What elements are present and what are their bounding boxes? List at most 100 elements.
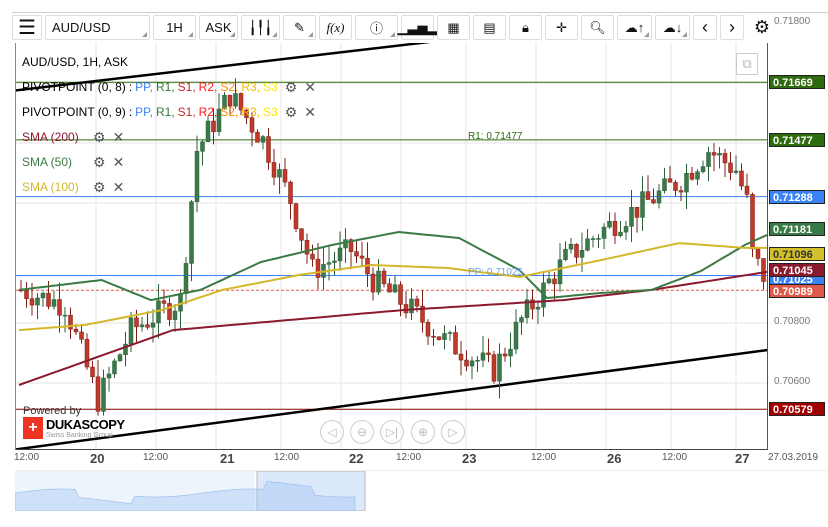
gear-icon[interactable]: ⚙ [93, 150, 106, 175]
chevron-right-icon: › [729, 17, 735, 37]
time-tick: 12:00 [143, 452, 169, 463]
candle-body [79, 331, 84, 340]
triangle-right-icon: ▷ [448, 425, 458, 439]
powered-by-text: Powered by [23, 405, 82, 417]
price-axis[interactable]: 0.718000.716000.714000.712000.708000.706… [767, 16, 828, 450]
chart-legend: AUD/USD, 1H, ASK PIVOTPOINT (0, 8) : PP, R… [22, 50, 316, 200]
brand-name: DUKASCOPY [46, 417, 125, 432]
swiss-cross-icon: + [23, 417, 43, 439]
download-button[interactable]: ☁↓ [655, 15, 690, 40]
indicator-legend-row[interactable]: SMA (100) ⚙ ✕ [22, 175, 316, 200]
scroll-left-button[interactable]: ‹ [693, 15, 717, 40]
candle-body [51, 299, 57, 307]
magnifier-icon: 🔍︎ [589, 19, 606, 35]
pivot-legend-label: PIVOTPOINT (0, 9) [22, 105, 126, 119]
gear-icon[interactable]: ⚙ [93, 175, 106, 200]
candle-body [519, 317, 524, 323]
close-icon[interactable]: ✕ [304, 75, 316, 100]
close-icon[interactable]: ✕ [113, 125, 125, 150]
instrument-label: AUD/USD [52, 20, 111, 35]
zoom-out-icon: ⊖ [356, 425, 368, 439]
legend-title: AUD/USD, 1H, ASK [22, 55, 129, 69]
candle-body [475, 359, 480, 362]
close-icon[interactable]: ✕ [304, 100, 316, 125]
crosshair-icon: ✛ [556, 19, 567, 35]
candle-body [579, 250, 585, 258]
close-icon[interactable]: ✕ [113, 175, 125, 200]
time-tick: 20 [90, 451, 105, 466]
candle-body [150, 322, 156, 328]
indicator-label: SMA (100) [22, 180, 79, 194]
gear-icon[interactable]: ⚙ [93, 125, 106, 150]
indicator-label: SMA (200) [22, 130, 79, 144]
candle-body [425, 321, 431, 337]
settings-button[interactable]: ⚙ [747, 15, 777, 40]
scroll-forward-button[interactable]: ▷ [441, 420, 465, 444]
zoom-button[interactable]: 🔍︎ [581, 15, 614, 40]
candle-body [535, 306, 541, 310]
candle-body [453, 332, 458, 355]
separator: : [128, 105, 133, 119]
upload-button[interactable]: ☁↑ [617, 15, 652, 40]
volume-button[interactable]: ▁▃▅▂ [398, 15, 438, 40]
candle-body [167, 303, 172, 320]
popout-button[interactable]: ⧉ [736, 53, 758, 75]
candle-body [293, 203, 299, 229]
menu-button[interactable]: ☰ [12, 15, 42, 40]
candle-body [442, 333, 447, 340]
gear-icon[interactable]: ⚙ [285, 75, 298, 100]
time-tick: 12:00 [662, 452, 688, 463]
scroll-end-button[interactable]: ▷| [380, 420, 404, 444]
candle-body [574, 243, 579, 258]
indicators-button[interactable]: f(x) [319, 15, 352, 40]
pivot-part-s2: S2, [220, 105, 239, 119]
pivot-legend-row[interactable]: PIVOTPOINT (0, 9) : PP, R1, S1, R2, S2, R3, S3 ⚙… [22, 100, 316, 125]
pivot-part-r2: R2, [198, 80, 218, 94]
gear-icon[interactable]: ⚙ [285, 100, 298, 125]
candle-body [590, 238, 596, 240]
candle-body [700, 166, 706, 172]
time-tick: 12:00 [14, 452, 40, 463]
pivot-legend-row[interactable]: PIVOTPOINT (0, 8) : PP, R1, S1, R2, S2, R3, S3 ⚙… [22, 75, 316, 100]
price-label: 0.71288 [769, 189, 825, 204]
indicator-legend-row[interactable]: SMA (50) ⚙ ✕ [22, 150, 316, 175]
scroll-right-button[interactable]: › [720, 15, 744, 40]
candle-body [563, 248, 568, 261]
candle-body [189, 201, 194, 264]
crosshair-button[interactable]: ✛ [545, 15, 578, 40]
candle-body [337, 247, 343, 262]
pivot-part-s2: S2, [220, 80, 239, 94]
candle-body [667, 178, 673, 183]
zoom-in-button[interactable]: ⊕ [411, 420, 435, 444]
info-button[interactable]: ⓘ [355, 15, 398, 40]
navigator[interactable] [14, 470, 828, 512]
candle-body [486, 352, 491, 355]
time-tick: 22 [349, 451, 364, 466]
chart-type-button[interactable]: ╽╿╽ [241, 15, 280, 40]
scroll-back-button[interactable]: ◁ [320, 420, 344, 444]
time-tick: 27 [735, 451, 750, 466]
pivot-part-r1: R1, [155, 105, 175, 119]
price-label: 0.71096 [769, 247, 825, 262]
news-button[interactable]: ▤ [473, 15, 506, 40]
period-select[interactable]: 1H [153, 15, 196, 40]
candle-body [596, 238, 601, 240]
candle-body [508, 348, 513, 357]
calendar-button[interactable]: ▦ [437, 15, 470, 40]
candle-body [640, 191, 645, 218]
gear-icon: ⚙ [753, 17, 771, 37]
zoom-out-button[interactable]: ⊖ [350, 420, 374, 444]
close-icon[interactable]: ✕ [113, 150, 125, 175]
indicator-legend-row[interactable]: SMA (200) ⚙ ✕ [22, 125, 316, 150]
price-label: 0.70579 [769, 402, 825, 417]
candle-body [299, 228, 304, 241]
candle-body [733, 170, 739, 173]
document-icon: ▤ [483, 19, 496, 35]
lock-button[interactable]: 🔒︎ [509, 15, 542, 40]
side-select[interactable]: ASK [199, 15, 238, 40]
instrument-select[interactable]: AUD/USD [45, 15, 150, 40]
candle-body [40, 292, 46, 299]
draw-button[interactable]: ✎ [283, 15, 316, 40]
calendar-icon: ▦ [447, 19, 460, 35]
pivot-legend-label: PIVOTPOINT (0, 8) [22, 80, 126, 94]
